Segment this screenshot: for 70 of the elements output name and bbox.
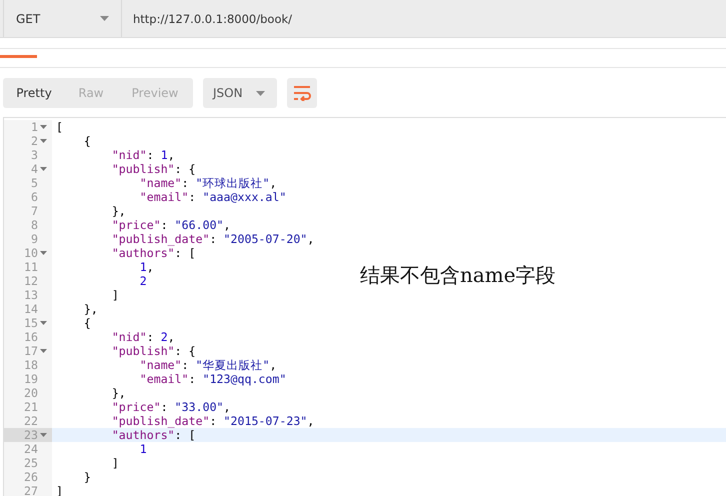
fold-caret-icon[interactable]	[40, 166, 47, 170]
code-line: "email": "aaa@xxx.al"	[138, 190, 286, 204]
code-line: 1	[138, 442, 147, 456]
code-line: "publish_date": "2015-07-23",	[110, 414, 314, 428]
code-line: "nid": 1,	[110, 148, 175, 162]
line-number: 10	[24, 246, 38, 260]
code-line: "publish_date": "2005-07-20",	[110, 232, 314, 246]
code-line: 1,	[138, 260, 154, 274]
line-number: 3	[31, 148, 38, 162]
code-line: "publish": {	[110, 162, 196, 176]
code-line: "authors": [	[110, 246, 196, 260]
line-number: 23	[24, 428, 38, 442]
code-line: },	[82, 302, 98, 316]
line-number: 15	[24, 316, 38, 330]
code-line: "nid": 2,	[110, 330, 175, 344]
line-number: 27	[24, 484, 38, 496]
fold-caret-icon[interactable]	[40, 348, 47, 352]
line-number: 19	[24, 372, 38, 386]
active-tab-indicator	[0, 55, 37, 58]
line-number: 5	[31, 176, 38, 190]
url-field[interactable]: http://127.0.0.1:8000/book/	[122, 0, 726, 37]
line-number: 2	[31, 134, 38, 148]
code-line: },	[110, 204, 126, 218]
wrap-lines-icon	[293, 85, 311, 101]
code-line: ]	[110, 456, 119, 470]
code-line: ]	[110, 288, 119, 302]
line-number: 20	[24, 386, 38, 400]
code-line: }	[82, 470, 91, 484]
code-line: "name": "环球出版社",	[138, 176, 277, 190]
code-line: "price": "66.00",	[110, 218, 231, 232]
line-number: 8	[31, 218, 38, 232]
code-line: {	[82, 316, 91, 330]
line-number: 6	[31, 190, 38, 204]
fold-caret-icon[interactable]	[40, 432, 47, 436]
annotation-text: 结果不包含name字段	[360, 263, 556, 287]
line-number: 17	[24, 344, 38, 358]
line-number: 1	[31, 120, 38, 134]
line-number: 9	[31, 232, 38, 246]
code-line: {	[82, 134, 91, 148]
line-number: 13	[24, 288, 38, 302]
fold-caret-icon[interactable]	[40, 138, 47, 142]
line-number: 11	[24, 260, 38, 274]
code-line: "authors": [	[110, 428, 196, 442]
line-number: 14	[24, 302, 38, 316]
code-line: [	[55, 120, 63, 134]
wrap-button[interactable]	[287, 78, 317, 108]
format-dropdown[interactable]: JSON	[203, 78, 277, 108]
code-line: 2	[138, 274, 147, 288]
line-number: 21	[24, 400, 38, 414]
caret-icon	[100, 16, 109, 21]
line-number: 7	[31, 204, 38, 218]
code-line: "price": "33.00",	[110, 400, 231, 414]
view-tab[interactable]: Pretty	[3, 78, 65, 108]
fold-caret-icon[interactable]	[40, 320, 47, 324]
line-number: 24	[24, 442, 38, 456]
code-line: "email": "123@qq.com"	[138, 372, 286, 386]
caret-icon	[256, 90, 265, 96]
line-number: 4	[31, 162, 38, 176]
line-number: 16	[24, 330, 38, 344]
line-number: 18	[24, 358, 38, 372]
fold-caret-icon[interactable]	[40, 124, 47, 128]
code-line: },	[110, 386, 126, 400]
line-number: 22	[24, 414, 38, 428]
fold-caret-icon[interactable]	[40, 250, 47, 254]
code-line: "name": "华夏出版社",	[138, 358, 277, 372]
method-dropdown[interactable]: GET	[3, 0, 122, 37]
line-number: 25	[24, 456, 38, 470]
line-number: 12	[24, 274, 38, 288]
line-number: 26	[24, 470, 38, 484]
code-line: "publish": {	[110, 344, 196, 358]
